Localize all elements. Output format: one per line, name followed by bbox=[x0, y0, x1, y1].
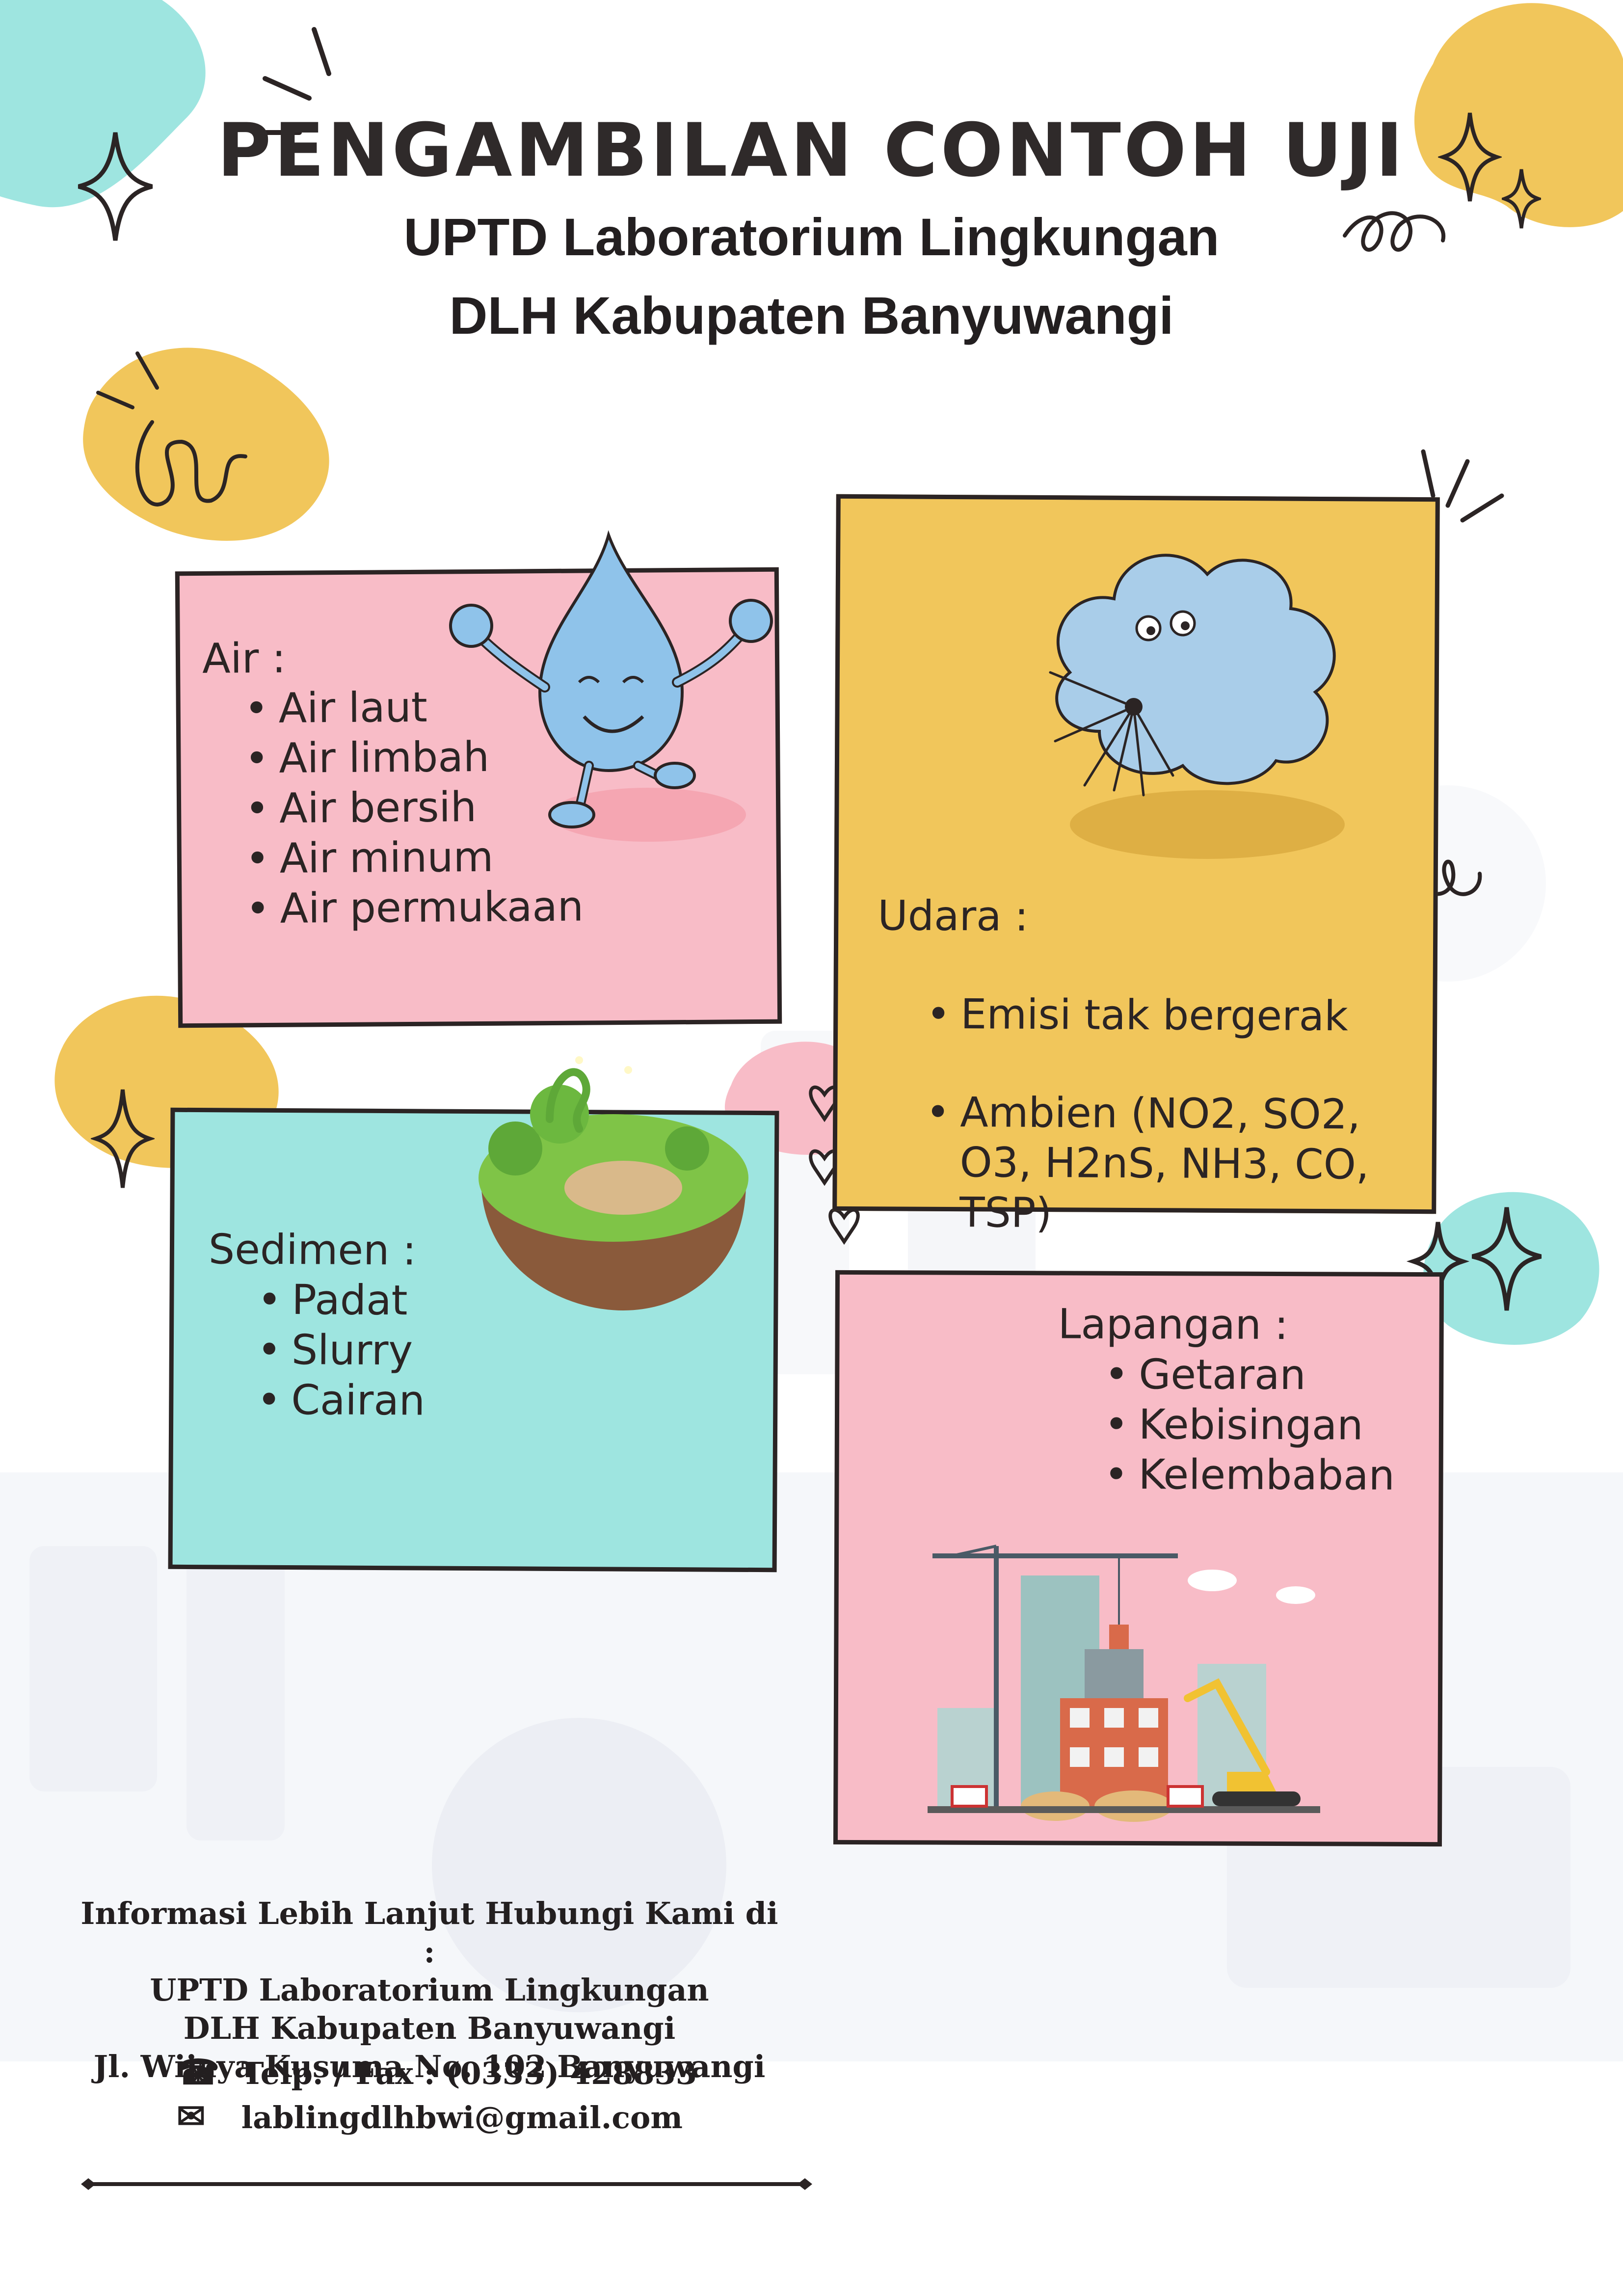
footer-divider bbox=[81, 2178, 812, 2190]
sparkle-icon-left bbox=[91, 1089, 155, 1188]
card-sedimen-list: Padat Slurry Cairan bbox=[247, 1275, 426, 1426]
footer-line-2: UPTD Laboratorium Lingkungan bbox=[150, 1972, 709, 2008]
card-sedimen-heading: Sedimen : bbox=[208, 1225, 417, 1275]
list-item: Getaran bbox=[1094, 1349, 1395, 1400]
subtitle-line-1: UPTD Laboratorium Lingkungan bbox=[403, 207, 1220, 267]
footer-line-3: DLH Kabupaten Banyuwangi bbox=[183, 2010, 676, 2046]
email-row: ✉ lablingdlhbwi@gmail.com bbox=[177, 2096, 683, 2136]
list-item: Kelembaban bbox=[1094, 1449, 1395, 1500]
card-air-heading: Air : bbox=[202, 634, 286, 683]
list-item: Cairan bbox=[247, 1375, 425, 1426]
floating-island-icon bbox=[479, 1056, 748, 1310]
subtitle-line-2: DLH Kabupaten Banyuwangi bbox=[449, 286, 1174, 345]
footer-line-1: Informasi Lebih Lanjut Hubungi Kami di : bbox=[80, 1896, 778, 1970]
cloud-face-icon bbox=[1049, 554, 1345, 859]
phone-row: ☎ Telp. / Fax : (0333) 428833 bbox=[177, 2052, 697, 2092]
page-title: PENGAMBILAN CONTOH UJI bbox=[217, 108, 1406, 193]
list-item: Ambien (NO2, SO2, O3, H2nS, NH3, CO, TSP… bbox=[915, 1087, 1369, 1240]
construction-site-icon bbox=[928, 1545, 1320, 1822]
water-drop-icon bbox=[449, 530, 773, 842]
list-item: Slurry bbox=[247, 1325, 426, 1376]
list-item: Kebisingan bbox=[1094, 1399, 1395, 1450]
list-item: Air permukaan bbox=[236, 881, 584, 934]
phone-icon: ☎ bbox=[177, 2052, 220, 2092]
card-lapangan-heading: Lapangan : bbox=[1058, 1300, 1289, 1349]
list-item: Emisi tak bergerak bbox=[916, 989, 1370, 1041]
card-udara-list: Emisi tak bergerak Ambien (NO2, SO2, O3,… bbox=[915, 941, 1370, 1288]
list-item: Padat bbox=[247, 1275, 426, 1326]
envelope-icon: ✉ bbox=[177, 2096, 206, 2136]
card-udara-heading: Udara : bbox=[878, 891, 1029, 940]
email-address: lablingdlhbwi@gmail.com bbox=[241, 2100, 683, 2136]
card-lapangan-list: Getaran Kebisingan Kelembaban bbox=[1094, 1349, 1395, 1500]
phone-number: Telp. / Fax : (0333) 428833 bbox=[241, 2056, 697, 2091]
spring-doodle-icon-left bbox=[96, 351, 247, 507]
